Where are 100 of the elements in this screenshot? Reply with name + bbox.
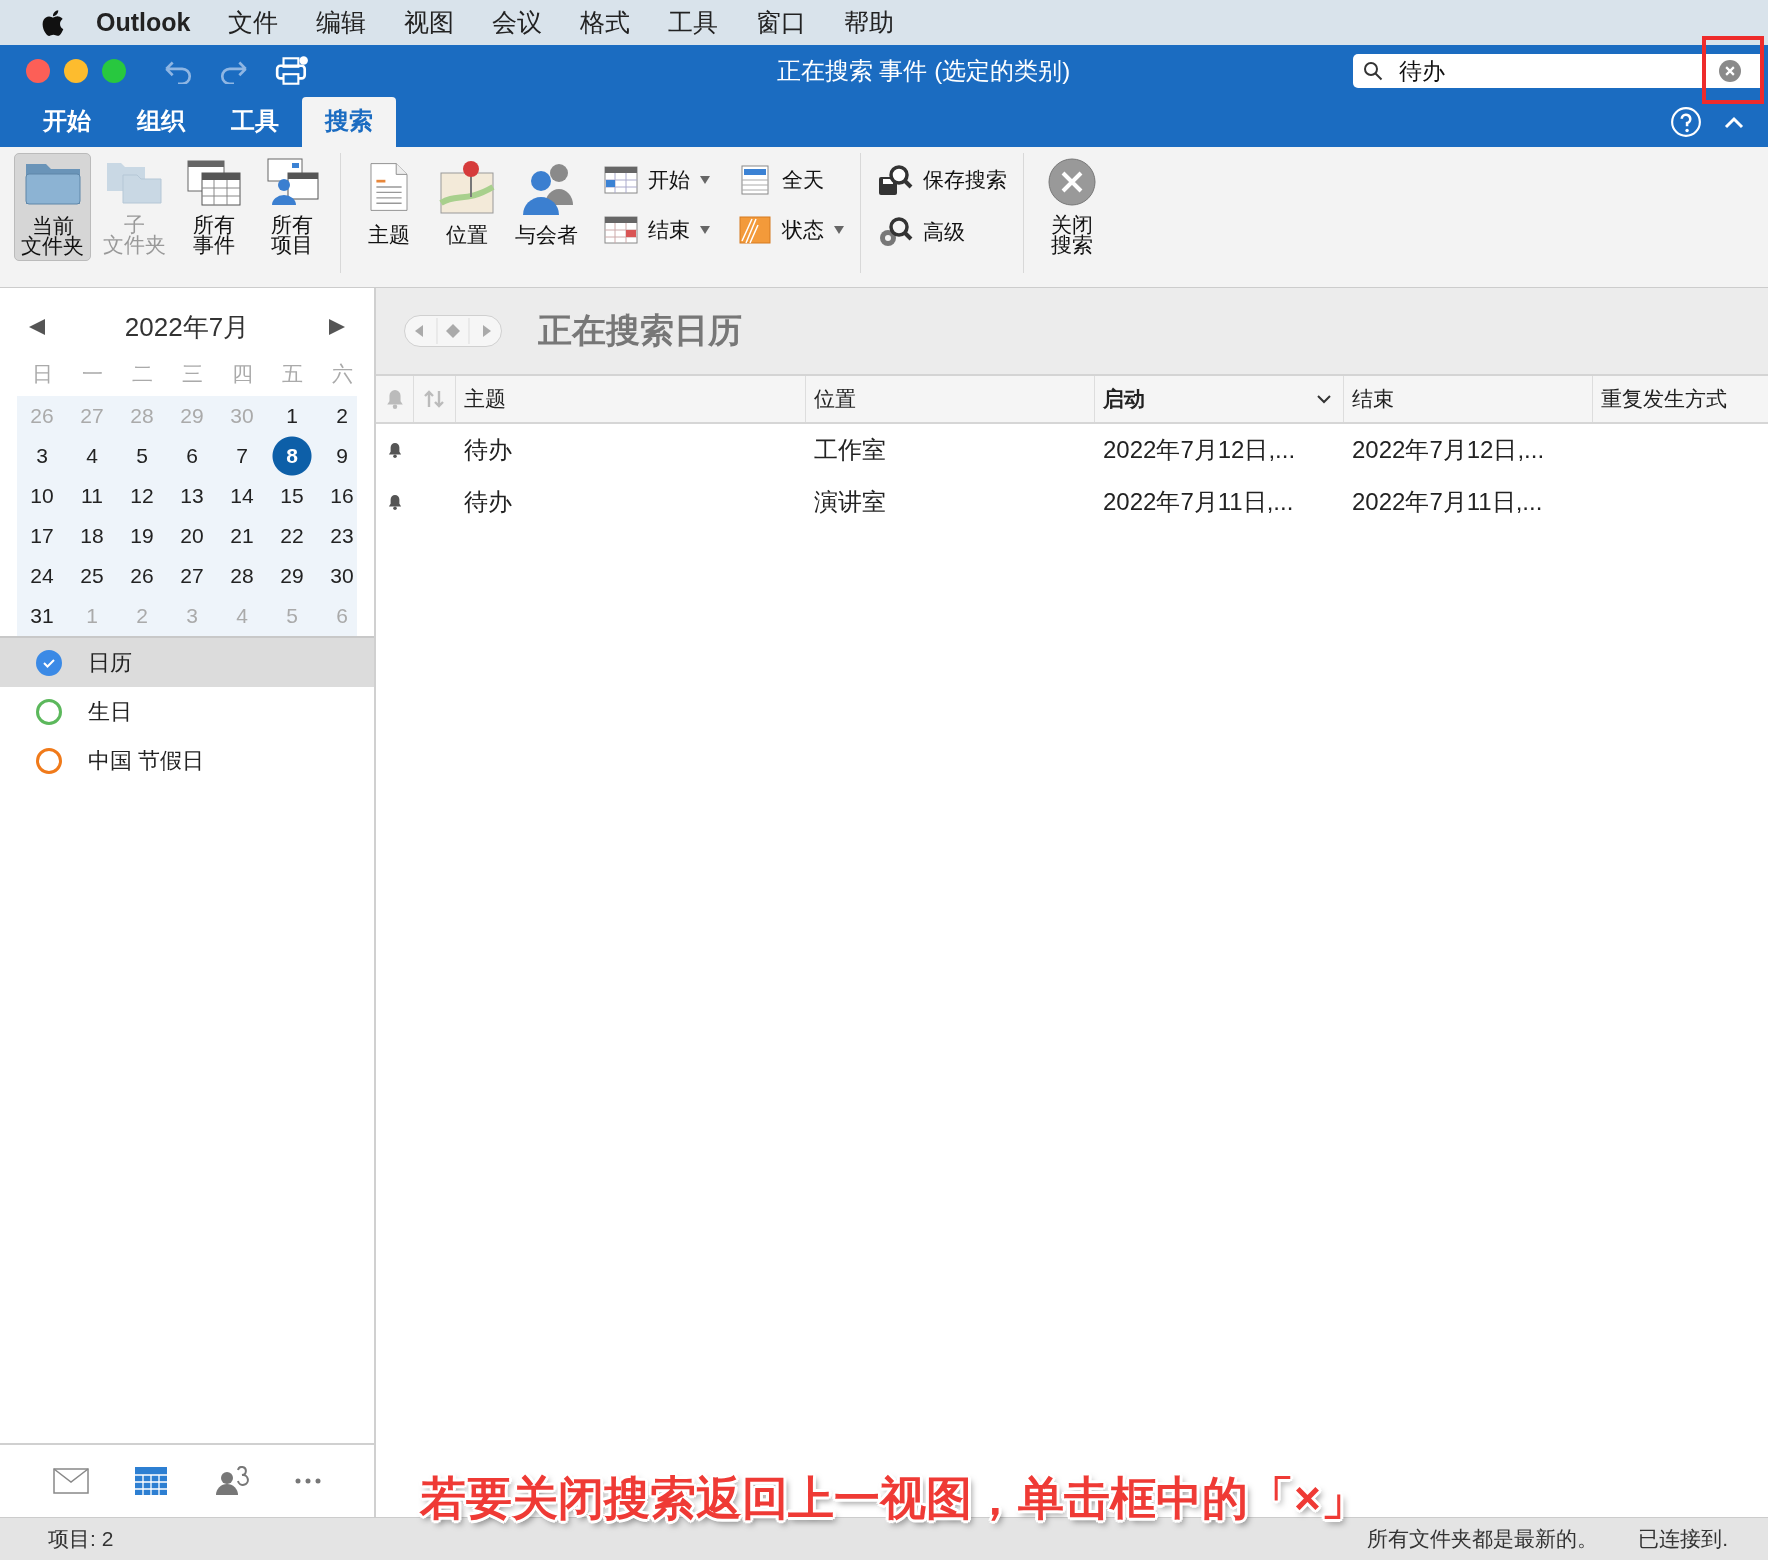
menu-item[interactable]: 文件 (228, 6, 279, 39)
calendar-day[interactable]: 1 (267, 396, 317, 436)
menu-item[interactable]: 视图 (404, 6, 455, 39)
calendar-day[interactable]: 5 (117, 436, 167, 476)
calendar-day[interactable]: 18 (67, 516, 117, 556)
calendar-day[interactable]: 11 (67, 476, 117, 516)
refine-button[interactable]: 位置 (431, 153, 503, 249)
calendar-day[interactable]: 28 (217, 556, 267, 596)
calendar-day[interactable]: 6 (167, 436, 217, 476)
apple-logo-icon[interactable] (42, 9, 64, 36)
clear-search-button[interactable] (1698, 54, 1762, 88)
connection-status: 已连接到. (1638, 1526, 1728, 1552)
scope-button[interactable]: 所有 项目 (256, 153, 328, 259)
scope-button[interactable]: 当前 文件夹 (14, 153, 91, 261)
filter-button[interactable]: 全天 (734, 161, 848, 199)
calendar-checkbox[interactable] (36, 747, 62, 774)
calendar-day[interactable]: 27 (167, 556, 217, 596)
table-cell-text: 待办 (463, 435, 513, 465)
calendar-day[interactable]: 19 (117, 516, 167, 556)
calendar-day[interactable]: 9 (317, 436, 367, 476)
calendar-checkbox[interactable] (36, 649, 62, 676)
calendar-day[interactable]: 30 (317, 556, 367, 596)
all-day-icon (738, 165, 772, 195)
filter-button[interactable]: 结束 (600, 211, 714, 249)
calendar-day[interactable]: 21 (217, 516, 267, 556)
calendar-day[interactable]: 13 (167, 476, 217, 516)
calendar-day[interactable]: 24 (17, 556, 67, 596)
calendar-day[interactable]: 22 (267, 516, 317, 556)
scope-button[interactable]: 所有 事件 (178, 153, 250, 259)
calendar-day[interactable]: 29 (267, 556, 317, 596)
calendar-end-icon (604, 215, 638, 245)
column-header[interactable]: 主题 (456, 376, 806, 422)
weekday-label: 五 (280, 361, 304, 387)
column-header[interactable]: 结束 (1344, 376, 1593, 422)
app-menu[interactable]: Outlook (96, 8, 191, 37)
ribbon-tab[interactable]: 搜索 (302, 97, 396, 147)
close-window-button[interactable] (26, 59, 50, 83)
ribbon-tab[interactable]: 工具 (208, 97, 302, 147)
caret-icon (834, 226, 844, 234)
bell-icon[interactable] (385, 389, 404, 409)
navigation-arrows[interactable] (404, 315, 502, 347)
refine-button[interactable]: 与会者 (509, 153, 584, 249)
column-header[interactable]: 启动 (1095, 376, 1344, 422)
refine-button[interactable]: 主题 (353, 153, 425, 249)
calendar-day[interactable]: 3 (17, 436, 67, 476)
close-search-button[interactable]: 关闭 搜索 (1036, 153, 1108, 259)
calendar-day[interactable]: 20 (167, 516, 217, 556)
menu-item[interactable]: 会议 (492, 6, 543, 39)
recurrence-icon[interactable] (422, 389, 447, 409)
search-option-button[interactable]: 保存搜索 (873, 159, 1011, 201)
weekday-label: 六 (330, 361, 354, 387)
search-field[interactable]: 待办 (1353, 54, 1698, 88)
column-header[interactable]: 位置 (806, 376, 1095, 422)
menu-item[interactable]: 窗口 (756, 6, 807, 39)
calendar-grid-icon (184, 157, 244, 207)
calendar-day[interactable]: 15 (267, 476, 317, 516)
calendar-day[interactable]: 23 (317, 516, 367, 556)
item-count: 项目: 2 (48, 1526, 114, 1552)
calendar-day[interactable]: 10 (17, 476, 67, 516)
calendar-day[interactable]: 31 (17, 596, 67, 636)
filter-button[interactable]: 开始 (600, 161, 714, 199)
previous-month-icon[interactable] (29, 319, 45, 335)
menu-item[interactable]: 工具 (668, 6, 719, 39)
collapse-ribbon-icon[interactable] (1724, 115, 1744, 129)
calendar-day[interactable]: 2 (317, 396, 367, 436)
calendar-list-item[interactable]: 中国 节假日 (0, 736, 374, 785)
menu-item[interactable]: 帮助 (844, 6, 895, 39)
zoom-window-button[interactable] (102, 59, 126, 83)
ribbon-tab[interactable]: 组织 (114, 97, 208, 147)
printer-icon[interactable] (274, 55, 310, 87)
calendar-day[interactable]: 12 (117, 476, 167, 516)
minimize-window-button[interactable] (64, 59, 88, 83)
caret-icon (700, 226, 710, 234)
ribbon-tab[interactable]: 开始 (20, 97, 114, 147)
weekday-label: 二 (130, 361, 154, 387)
status-icon (738, 215, 772, 245)
menu-item[interactable]: 格式 (580, 6, 631, 39)
next-month-icon[interactable] (329, 319, 345, 335)
calendar-checkbox[interactable] (36, 698, 62, 725)
calendar-icon[interactable] (133, 1466, 168, 1496)
calendar-day[interactable]: 7 (217, 436, 267, 476)
more-icon[interactable] (293, 1477, 322, 1485)
mail-icon[interactable] (52, 1468, 89, 1494)
table-cell-text: 待办 (463, 487, 513, 517)
sort-caret-icon (1317, 394, 1331, 404)
calendar-day[interactable]: 16 (317, 476, 367, 516)
calendar-day[interactable]: 4 (67, 436, 117, 476)
column-header[interactable]: 重复发生方式 (1593, 376, 1768, 422)
calendar-day[interactable]: 14 (217, 476, 267, 516)
save-search-icon (877, 163, 913, 197)
menu-item[interactable]: 编辑 (316, 6, 367, 39)
filter-button[interactable]: 状态 (734, 211, 848, 249)
search-option-button[interactable]: 高级 (873, 211, 969, 253)
calendar-list-item[interactable]: 日历 (0, 638, 374, 687)
help-icon[interactable] (1670, 106, 1702, 138)
calendar-list-item[interactable]: 生日 (0, 687, 374, 736)
close-icon (1047, 157, 1097, 207)
calendar-day[interactable]: 25 (67, 556, 117, 596)
calendar-day[interactable]: 26 (117, 556, 167, 596)
calendar-day[interactable]: 17 (17, 516, 67, 556)
